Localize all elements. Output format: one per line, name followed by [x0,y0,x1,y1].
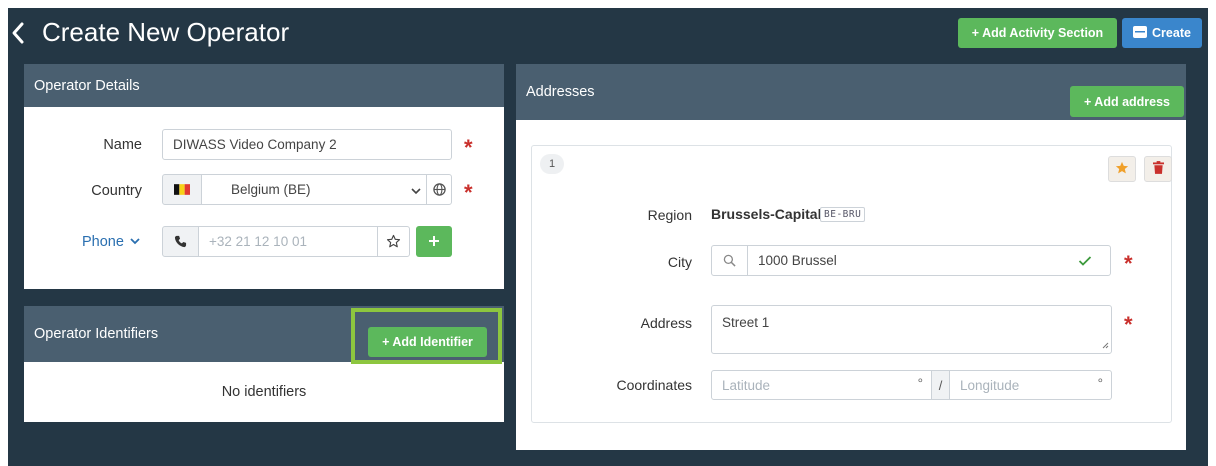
country-required-mark: * [464,180,473,205]
search-icon [711,245,748,276]
add-activity-section-label: + Add Activity Section [971,26,1104,40]
country-value: Belgium (BE) [231,182,311,197]
add-activity-section-button[interactable]: + Add Activity Section [958,18,1117,48]
add-identifier-label: + Add Identifier [382,335,473,349]
operator-details-title: Operator Details [34,77,140,94]
address-index-badge: 1 [540,154,564,174]
city-value: 1000 Brussel [758,253,837,268]
longitude-field[interactable]: Longitude ° [949,370,1112,400]
delete-address-button[interactable] [1144,156,1172,182]
globe-icon[interactable] [426,174,452,205]
checkmark-icon [1078,255,1092,270]
name-field[interactable]: DIWASS Video Company 2 [162,129,452,160]
operator-details-header: Operator Details [24,64,504,107]
city-field[interactable]: 1000 Brussel [747,245,1111,276]
country-select[interactable]: Belgium (BE) [201,174,427,205]
favorite-star-icon[interactable] [377,226,410,257]
latitude-field[interactable]: Latitude ° [711,370,932,400]
region-label: Region [647,207,692,223]
back-chevron-icon[interactable] [10,19,32,47]
resize-handle-icon [1102,337,1109,352]
coordinate-separator: / [931,370,950,400]
add-address-button[interactable]: + Add address [1070,86,1184,117]
chevron-down-icon [410,184,422,199]
name-required-mark: * [464,135,473,160]
page-header: Create New Operator [10,17,289,48]
trash-icon [1152,161,1164,177]
phone-label: Phone [82,234,124,250]
belgium-flag-icon [174,184,190,195]
create-label: Create [1152,26,1191,40]
country-flag [162,174,202,205]
phone-field[interactable]: +32 21 12 10 01 [198,226,378,257]
name-value: DIWASS Video Company 2 [173,137,337,152]
star-icon [1115,161,1129,178]
address-textarea[interactable]: Street 1 [711,305,1112,354]
latitude-placeholder: Latitude [722,377,771,393]
primary-address-star-button[interactable] [1108,156,1136,182]
country-label: Country [91,183,142,199]
add-address-label: + Add address [1083,94,1171,109]
phone-placeholder: +32 21 12 10 01 [209,234,307,249]
latitude-degree-symbol: ° [917,376,923,391]
city-required-mark: * [1124,251,1133,276]
city-label: City [667,254,692,270]
phone-icon [162,226,199,257]
region-code-badge: BE-BRU [820,207,866,222]
add-phone-button[interactable] [416,226,452,257]
longitude-placeholder: Longitude [960,377,1020,393]
header-actions: + Add Activity Section Create [958,18,1202,48]
no-identifiers-text: No identifiers [221,384,307,400]
chevron-down-icon [129,234,141,250]
addresses-title: Addresses [526,84,595,100]
operator-identifiers-title: Operator Identifiers [34,326,159,342]
create-button[interactable]: Create [1122,18,1202,48]
name-label: Name [103,137,142,153]
address-required-mark: * [1124,312,1133,337]
add-identifier-button[interactable]: + Add Identifier [368,327,487,357]
longitude-degree-symbol: ° [1097,376,1103,391]
address-label: Address [640,315,692,331]
coordinates-label: Coordinates [616,377,693,393]
region-value: Brussels-Capital [711,206,822,222]
save-icon [1133,25,1148,41]
plus-icon [428,231,440,252]
phone-type-dropdown[interactable]: Phone [82,234,141,250]
page-title: Create New Operator [42,17,290,47]
address-value: Street 1 [722,315,770,330]
separator-text: / [938,377,943,393]
